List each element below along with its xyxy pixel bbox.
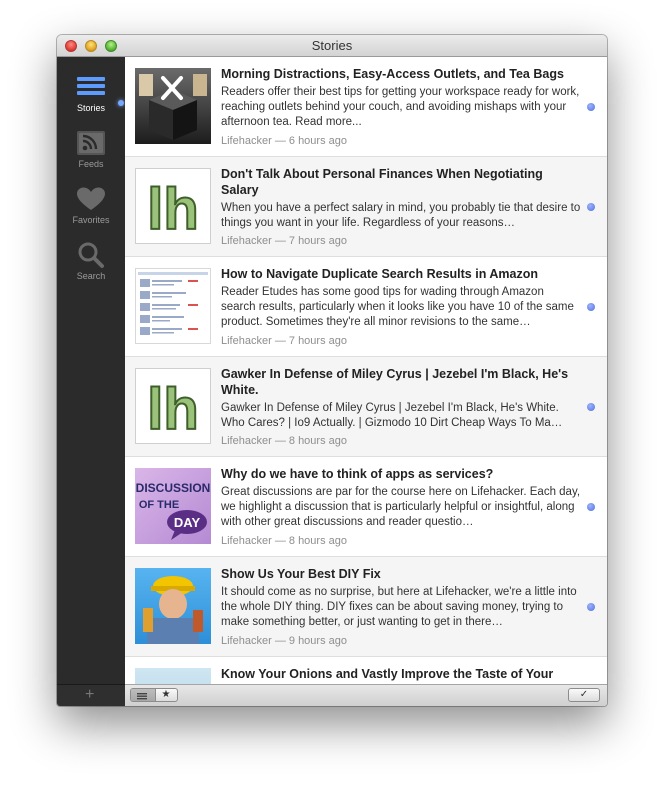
lifehacker-logo-icon: lh bbox=[146, 176, 200, 243]
window-title: Stories bbox=[311, 38, 353, 53]
star-icon: ★ bbox=[161, 689, 171, 700]
search-results-screenshot-icon bbox=[138, 272, 208, 335]
story-source: Lifehacker bbox=[221, 235, 272, 247]
story-time: 7 hours ago bbox=[288, 335, 347, 347]
thumb-line-1: DISCUSSION bbox=[136, 481, 211, 495]
view-filter-segmented-control[interactable]: ★ bbox=[130, 688, 178, 702]
story-meta: Lifehacker — 9 hours ago bbox=[221, 635, 347, 647]
sidebar-footer: + bbox=[57, 684, 125, 706]
story-row[interactable]: Morning Distractions, Easy-Access Outlet… bbox=[125, 57, 607, 157]
search-icon bbox=[78, 242, 104, 268]
story-meta: Lifehacker — 6 hours ago bbox=[221, 135, 347, 147]
title-bar: Stories bbox=[57, 35, 607, 57]
unread-dot[interactable] bbox=[587, 103, 595, 111]
sidebar-item-label: Favorites bbox=[72, 215, 110, 225]
story-meta: Lifehacker — 7 hours ago bbox=[221, 335, 347, 347]
story-source: Lifehacker bbox=[221, 435, 272, 447]
unread-dot[interactable] bbox=[587, 403, 595, 411]
story-title: How to Navigate Duplicate Search Results… bbox=[221, 267, 538, 281]
unread-dot[interactable] bbox=[587, 603, 595, 611]
story-summary: When you have a perfect salary in mind, … bbox=[221, 202, 581, 229]
story-title: Show Us Your Best DIY Fix bbox=[221, 567, 381, 581]
story-thumbnail bbox=[135, 568, 211, 644]
story-source: Lifehacker bbox=[221, 635, 272, 647]
story-row[interactable]: How to Navigate Duplicate Search Results… bbox=[125, 257, 607, 357]
story-source: Lifehacker bbox=[221, 335, 272, 347]
story-row[interactable]: DISCUSSION OF THE DAY Why do we have to … bbox=[125, 457, 607, 557]
story-summary: It should come as no surprise, but here … bbox=[221, 586, 577, 628]
add-feed-button[interactable]: + bbox=[85, 686, 94, 704]
unread-dot[interactable] bbox=[587, 503, 595, 511]
story-time: 8 hours ago bbox=[288, 535, 347, 547]
workspace-tools-icon bbox=[139, 74, 207, 140]
sidebar-item-feeds[interactable]: Feeds bbox=[57, 129, 125, 181]
story-thumbnail bbox=[135, 668, 211, 684]
story-meta: Lifehacker — 8 hours ago bbox=[221, 435, 347, 447]
story-title: Why do we have to think of apps as servi… bbox=[221, 467, 494, 481]
heart-icon bbox=[77, 187, 105, 210]
checkmark-icon: ✓ bbox=[579, 689, 589, 700]
list-view-button[interactable] bbox=[131, 689, 156, 701]
story-thumbnail: lh bbox=[135, 368, 211, 444]
sidebar-item-favorites[interactable]: Favorites bbox=[57, 185, 125, 237]
story-summary: Gawker In Defense of Miley Cyrus | Jezeb… bbox=[221, 402, 563, 429]
selected-indicator bbox=[118, 100, 124, 106]
story-time: 7 hours ago bbox=[288, 235, 347, 247]
story-summary: Readers offer their best tips for gettin… bbox=[221, 86, 580, 128]
sidebar-item-label: Stories bbox=[76, 103, 105, 113]
sidebar-item-label: Search bbox=[76, 271, 106, 281]
story-source: Lifehacker bbox=[221, 135, 272, 147]
story-row[interactable]: lh Gawker In Defense of Miley Cyrus | Je… bbox=[125, 357, 607, 457]
story-row[interactable]: Show Us Your Best DIY Fix It should come… bbox=[125, 557, 607, 657]
story-summary: Great discussions are par for the course… bbox=[221, 486, 581, 528]
story-title: Know Your Onions and Vastly Improve the … bbox=[221, 667, 554, 681]
story-title: Gawker In Defense of Miley Cyrus | Jezeb… bbox=[221, 367, 569, 397]
favorites-filter-button[interactable]: ★ bbox=[155, 689, 177, 701]
sidebar-item-label: Feeds bbox=[78, 159, 104, 169]
mark-all-read-button[interactable]: ✓ bbox=[568, 688, 600, 702]
stories-icon bbox=[77, 77, 105, 95]
lifehacker-logo-icon: lh bbox=[146, 376, 200, 443]
logo-text: lh bbox=[147, 177, 199, 242]
list-icon bbox=[137, 693, 147, 700]
story-title: Don't Talk About Personal Finances When … bbox=[221, 167, 543, 197]
sidebar-item-search[interactable]: Search bbox=[57, 241, 125, 293]
story-thumbnail bbox=[135, 68, 211, 144]
thumb-line-3: DAY bbox=[174, 515, 201, 530]
story-list[interactable]: Morning Distractions, Easy-Access Outlet… bbox=[125, 57, 607, 684]
story-time: 6 hours ago bbox=[288, 135, 347, 147]
discussion-of-the-day-icon: DISCUSSION OF THE DAY bbox=[136, 481, 211, 540]
rss-feeds-icon bbox=[77, 131, 105, 155]
unread-dot[interactable] bbox=[587, 203, 595, 211]
sidebar: Stories Feeds Favorites Search + bbox=[57, 57, 125, 706]
story-thumbnail: lh bbox=[135, 168, 211, 244]
story-title: Morning Distractions, Easy-Access Outlet… bbox=[221, 67, 564, 81]
app-window: Stories Stories Feeds Favorites Search +… bbox=[57, 35, 607, 706]
thumb-line-2: OF THE bbox=[139, 499, 179, 511]
story-thumbnail: DISCUSSION OF THE DAY bbox=[135, 468, 211, 544]
bottom-toolbar: ★ ✓ bbox=[125, 684, 607, 706]
story-row[interactable]: Know Your Onions and Vastly Improve the … bbox=[125, 657, 607, 684]
sidebar-item-stories[interactable]: Stories bbox=[57, 73, 125, 125]
story-time: 9 hours ago bbox=[288, 635, 347, 647]
unread-dot[interactable] bbox=[587, 303, 595, 311]
logo-text: lh bbox=[147, 377, 199, 442]
story-thumbnail bbox=[135, 268, 211, 344]
story-time: 8 hours ago bbox=[288, 435, 347, 447]
story-meta: Lifehacker — 7 hours ago bbox=[221, 235, 347, 247]
diy-worker-icon bbox=[143, 576, 203, 644]
story-summary: Reader Etudes has some good tips for wad… bbox=[221, 286, 574, 328]
story-meta: Lifehacker — 8 hours ago bbox=[221, 535, 347, 547]
story-row[interactable]: lh Don't Talk About Personal Finances Wh… bbox=[125, 157, 607, 257]
story-source: Lifehacker bbox=[221, 535, 272, 547]
